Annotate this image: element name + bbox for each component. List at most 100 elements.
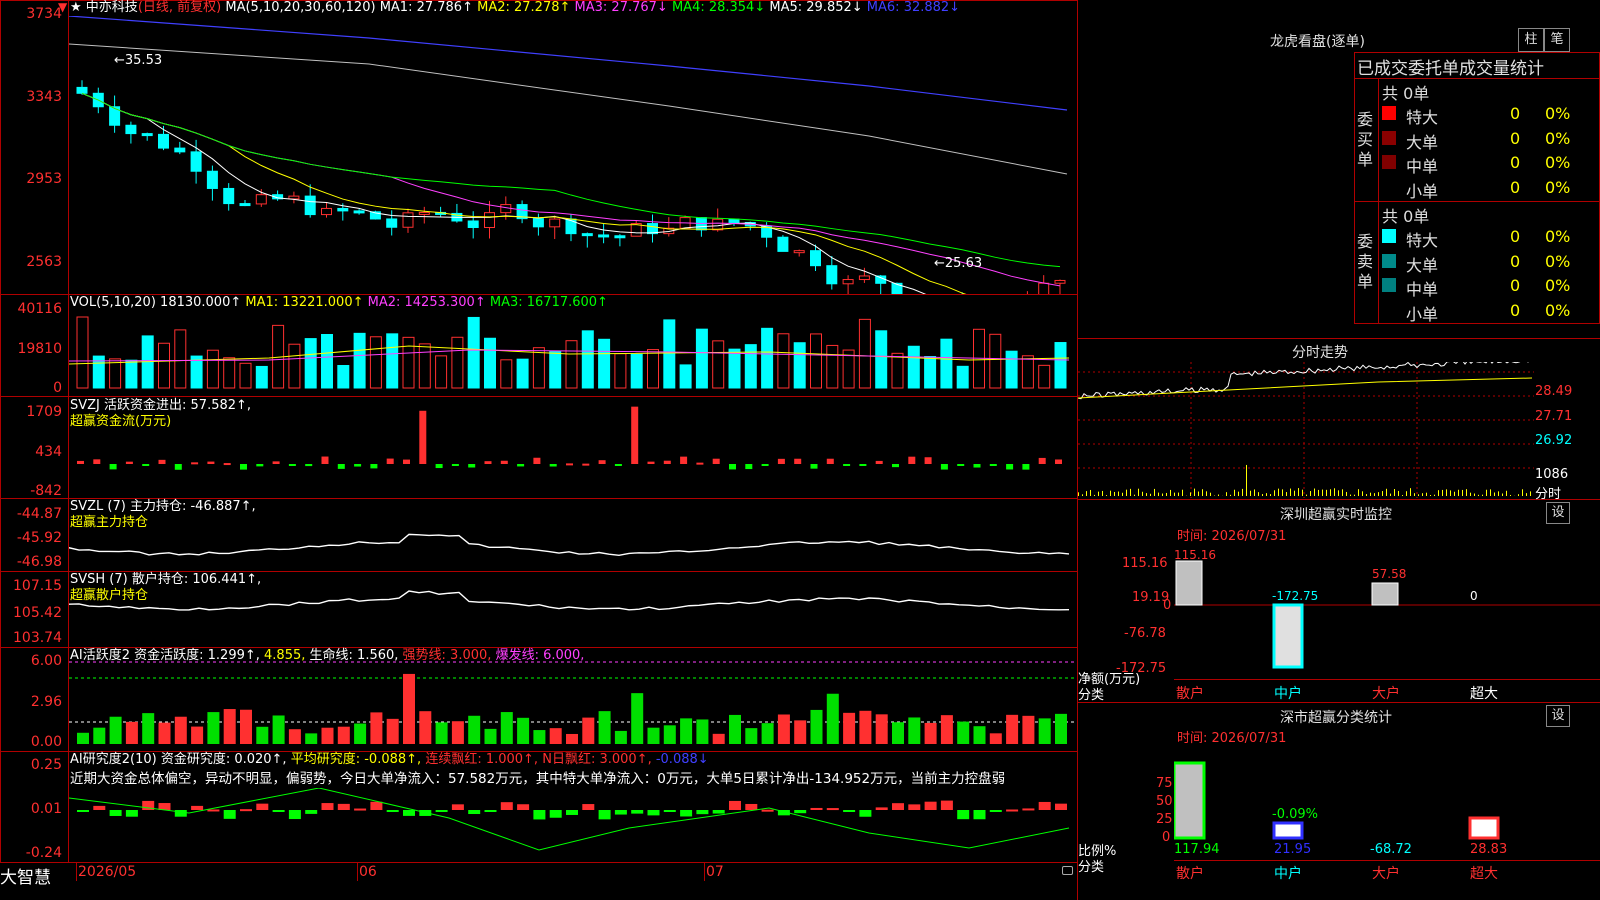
ai-research-chart[interactable] bbox=[69, 788, 1077, 860]
ai-research-bar bbox=[533, 810, 546, 820]
stats-label: 特大 bbox=[1406, 108, 1439, 127]
sz-bar bbox=[1371, 582, 1399, 606]
volume-bar bbox=[239, 362, 252, 389]
ai-research-bar bbox=[337, 803, 350, 810]
ai-active-bar bbox=[566, 733, 578, 744]
volume-bar bbox=[907, 345, 920, 389]
volume-bar bbox=[761, 327, 774, 389]
volume-chart[interactable] bbox=[69, 306, 1077, 390]
candle-body bbox=[826, 265, 838, 285]
candle-body bbox=[353, 210, 365, 214]
ma-label: MA(5,10,20,30,60,120) bbox=[225, 0, 376, 15]
date-tick-divider bbox=[357, 863, 358, 881]
volume-bar bbox=[647, 349, 659, 389]
svzj-bar bbox=[712, 458, 720, 464]
ai-active-bar bbox=[712, 733, 725, 744]
sz-value-label: -172.75 bbox=[1272, 589, 1318, 603]
ai-research-avg: 平均研究度: -0.088↑, bbox=[290, 752, 422, 767]
candle-body bbox=[712, 218, 724, 231]
cls-settings-button[interactable]: 设 bbox=[1546, 705, 1570, 727]
candle-body bbox=[337, 207, 349, 212]
stats-pct: 0% bbox=[1545, 227, 1571, 246]
intraday-vol-bar bbox=[1198, 491, 1199, 496]
intraday-vol-bar bbox=[1430, 495, 1431, 496]
intraday-vol-bar bbox=[1302, 489, 1303, 496]
volume-bar bbox=[386, 333, 399, 389]
period-label[interactable]: (日线, 前复权) bbox=[138, 0, 221, 15]
ai-research-bar bbox=[924, 801, 937, 810]
bottom-axis-bar: 大智慧 2026/05 06 07 bbox=[0, 863, 1078, 900]
intraday-title: 分时走势 bbox=[1292, 345, 1348, 361]
candle-body bbox=[141, 133, 153, 137]
volume-bar bbox=[1021, 355, 1034, 389]
ai-research-bar bbox=[272, 810, 285, 812]
ai-active-chart[interactable] bbox=[69, 660, 1077, 750]
lock-icon[interactable] bbox=[1062, 866, 1073, 875]
ai-research-bar bbox=[288, 810, 301, 820]
sz-monitor-settings-button[interactable]: 设 bbox=[1546, 502, 1570, 524]
intraday-vol-bar bbox=[1402, 495, 1403, 496]
ai-active-bar bbox=[794, 720, 807, 744]
candle-body bbox=[239, 203, 251, 207]
vol-tick: 40116 bbox=[17, 301, 62, 317]
ai-active-bar bbox=[761, 723, 774, 744]
volume-bar bbox=[369, 336, 382, 389]
sz-value-label: 115.16 bbox=[1174, 548, 1216, 562]
candle-body bbox=[1038, 282, 1050, 294]
ai-research-bar bbox=[256, 803, 269, 810]
ai-research-bar bbox=[647, 810, 660, 816]
price-chart[interactable] bbox=[69, 16, 1077, 294]
vol-tick: 0 bbox=[53, 380, 62, 396]
intraday-vol-bar bbox=[1370, 492, 1371, 496]
svzj-bar bbox=[370, 464, 378, 469]
ai-research-bar bbox=[892, 803, 904, 810]
intraday-vol-bar bbox=[1206, 491, 1207, 496]
svsh-chart[interactable] bbox=[69, 582, 1077, 646]
svzj-chart[interactable] bbox=[69, 406, 1077, 496]
candle-body bbox=[777, 236, 789, 252]
legend-swatch bbox=[1382, 106, 1396, 120]
candle-body bbox=[793, 250, 805, 254]
svzj-bar bbox=[859, 464, 867, 466]
svzj-tick: -842 bbox=[30, 483, 62, 499]
ai-active-bar bbox=[875, 714, 888, 744]
sz-monitor-chart[interactable]: 115.16 -172.75 57.58 0 bbox=[1174, 545, 1600, 670]
ai-research-tick: 0.01 bbox=[30, 801, 62, 817]
sz-tick: -76.78 bbox=[1124, 626, 1166, 641]
stats-label: 特大 bbox=[1406, 231, 1439, 250]
ai-active-bar bbox=[288, 729, 301, 744]
stats-pct: 0% bbox=[1545, 104, 1571, 123]
favorite-star-icon[interactable]: ★ bbox=[70, 0, 82, 15]
svsh-line bbox=[69, 590, 1070, 611]
bar-view-button[interactable]: 柱 bbox=[1518, 28, 1544, 52]
volume-bar bbox=[76, 316, 89, 389]
pen-view-button[interactable]: 笔 bbox=[1544, 28, 1570, 52]
volume-bar bbox=[793, 342, 806, 389]
intraday-vol-bar bbox=[1294, 490, 1295, 496]
candle-body bbox=[484, 212, 495, 228]
intraday-vol-bar bbox=[1530, 491, 1531, 496]
svzj-bar bbox=[957, 464, 965, 466]
svzj-bar bbox=[125, 461, 133, 464]
intraday-vol-bar bbox=[1130, 488, 1131, 496]
cls-chart[interactable]: -0.09% 117.94 21.95 -68.72 28.83 bbox=[1174, 755, 1600, 855]
volume-bar bbox=[630, 353, 643, 389]
svzj-bar bbox=[305, 464, 313, 467]
ma3-value: MA3: 27.767↓ bbox=[574, 0, 668, 15]
cls-bar bbox=[1468, 816, 1500, 840]
volume-bar bbox=[1054, 342, 1067, 389]
candle-body bbox=[1054, 279, 1066, 284]
intraday-vol-bar bbox=[1234, 489, 1235, 496]
candle-body bbox=[810, 250, 821, 267]
cls-bar bbox=[1272, 821, 1304, 840]
svzl-chart[interactable] bbox=[69, 508, 1077, 570]
stock-name[interactable]: 中亦科技 bbox=[86, 0, 138, 15]
svzj-bar bbox=[908, 456, 916, 464]
ai-research-bar bbox=[663, 810, 676, 812]
candle-body bbox=[190, 151, 202, 172]
intraday-vol-bar bbox=[1442, 489, 1443, 496]
ai-research-bar bbox=[468, 810, 481, 815]
intraday-chart[interactable] bbox=[1078, 362, 1534, 498]
svzj-bar bbox=[582, 463, 590, 466]
volume-bar bbox=[728, 348, 741, 389]
